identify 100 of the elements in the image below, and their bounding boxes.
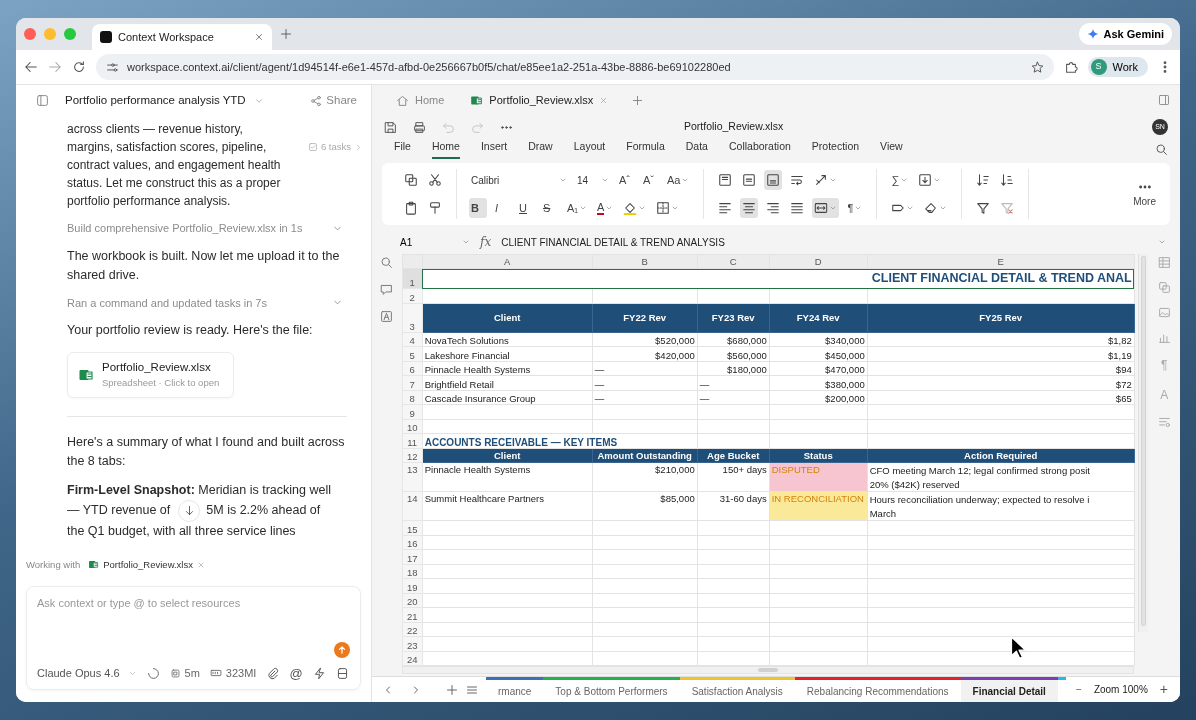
menu-tab[interactable]: File — [394, 139, 411, 159]
sheet-tab[interactable]: Rebalancing Recommendations — [794, 676, 961, 702]
font-color-button[interactable]: A — [595, 198, 616, 218]
strike-button[interactable]: S — [541, 198, 559, 218]
format-button[interactable]: Aa — [665, 170, 692, 190]
message-input[interactable]: Ask context or type @ to select resources — [37, 595, 350, 612]
menu-tab[interactable]: Layout — [573, 139, 606, 159]
menu-tab[interactable]: View — [880, 139, 903, 159]
sheet-tab[interactable]: Top & Bottom Performers — [543, 676, 680, 702]
new-tab-button[interactable] — [632, 94, 644, 106]
sheet-tab[interactable]: Satisfaction Analysis — [679, 676, 795, 702]
caret-icon — [1158, 238, 1166, 246]
print-button[interactable] — [413, 120, 426, 134]
borders-icon — [656, 201, 671, 215]
column-header[interactable]: D — [769, 254, 868, 269]
profile-button[interactable]: S Work — [1087, 56, 1148, 78]
save-icon — [384, 120, 397, 134]
model-dropdown[interactable]: Claude Opus 4.6 — [37, 665, 137, 682]
table-cell: $450,000 — [769, 346, 868, 361]
lightning-button[interactable] — [312, 666, 326, 680]
column-header[interactable]: E — [867, 254, 1135, 269]
menu-tab[interactable]: Home — [431, 139, 460, 159]
file-card[interactable]: Portfolio_Review.xlsx Spreadsheet · Click to open — [67, 352, 235, 398]
menu-tab[interactable]: Draw — [528, 139, 553, 159]
column-header[interactable]: C — [697, 254, 770, 269]
extensions-button[interactable] — [1063, 60, 1078, 74]
italic-button[interactable]: I — [493, 198, 511, 218]
column-heading: FY23 Rev — [697, 303, 770, 332]
browser-tab[interactable]: Context Workspace — [92, 24, 272, 50]
name-box[interactable]: A1 — [400, 234, 470, 250]
back-icon — [24, 60, 38, 74]
table-cell: Pinnacle Health Systems — [422, 361, 593, 376]
new-tab-button[interactable] — [280, 28, 292, 40]
print-icon — [413, 120, 426, 134]
back-button[interactable] — [24, 60, 38, 74]
sheet-tab[interactable]: Financial Detail — [960, 676, 1058, 702]
format-button[interactable]: ∑ — [889, 170, 911, 190]
column-header[interactable]: B — [592, 254, 698, 269]
row-number[interactable]: 1 — [402, 268, 423, 289]
row-number[interactable]: 13 — [402, 462, 423, 492]
clear-filter-icon — [1000, 201, 1015, 215]
message-text: The workbook is built. Now let me upload it to the shared drive. — [67, 247, 341, 284]
table-cell: Brightfield Retail — [422, 375, 593, 390]
star-icon — [1030, 60, 1044, 74]
menu-tab[interactable]: Data — [685, 139, 708, 159]
row-number[interactable]: 14 — [402, 491, 423, 521]
format-button[interactable]: Aˇ — [641, 170, 659, 190]
comment-button[interactable] — [380, 283, 394, 296]
orientation-icon — [814, 173, 829, 187]
vertical-scrollbar[interactable] — [1138, 254, 1149, 632]
search-button[interactable] — [380, 256, 394, 269]
zoom-in-button[interactable]: + — [1159, 679, 1168, 700]
site-favicon — [100, 31, 112, 43]
file-chip[interactable]: Portfolio_Review.xlsx — [88, 557, 205, 572]
format-button[interactable]: ¶ — [845, 198, 865, 218]
address-bar[interactable]: workspace.context.ai/client/agent/1d94514f-e6e1-457d-afbd-0e256667b0f5/chat/e85ee1a2-251a-43be-8886-be69102280ed — [96, 54, 1054, 80]
menu-tab[interactable]: Collaboration — [728, 139, 791, 159]
format-button[interactable]: Aˆ — [617, 170, 635, 190]
merge-button[interactable] — [812, 198, 840, 218]
step-summary[interactable]: Build comprehensive Portfolio_Review.xlsx in 1s — [67, 220, 347, 237]
panel-toggle-button[interactable] — [1158, 94, 1170, 106]
more-button[interactable]: More — [1127, 178, 1162, 210]
menu-tab[interactable]: Formula — [626, 139, 665, 159]
column-header[interactable]: A — [422, 254, 593, 269]
bold-button[interactable]: B — [469, 198, 487, 218]
add-sheet-button[interactable] — [446, 683, 458, 696]
mention-button[interactable]: @ — [289, 663, 303, 683]
menu-tab[interactable]: Insert — [480, 139, 508, 159]
row-number[interactable]: 3 — [402, 303, 423, 332]
step-summary[interactable]: Ran a command and updated tasks in 7s — [67, 294, 347, 311]
scroll-down-button[interactable] — [178, 499, 201, 522]
zoom-level: Zoom 100% — [1093, 683, 1148, 697]
sheet-tab[interactable]: rmance — [486, 676, 544, 702]
column-heading: Client — [422, 303, 593, 332]
zoom-out-button[interactable]: − — [1076, 682, 1082, 697]
text-box-button[interactable] — [380, 310, 394, 323]
send-button[interactable] — [334, 641, 350, 658]
tool-button[interactable] — [335, 666, 349, 680]
cut-icon — [428, 173, 442, 187]
reload-button[interactable] — [72, 60, 86, 74]
attach-button[interactable] — [266, 666, 280, 680]
search-button[interactable] — [1155, 142, 1168, 156]
chat-title-dropdown[interactable]: Portfolio performance analysis YTD — [65, 91, 264, 110]
underline-button[interactable]: U — [517, 198, 535, 218]
format-button[interactable]: A₁ — [565, 198, 590, 218]
menu-tab[interactable]: Protection — [811, 139, 860, 159]
sidebar-toggle-button[interactable] — [36, 94, 49, 107]
document-tab[interactable]: Portfolio_Review.xlsx — [460, 87, 619, 113]
home-icon — [396, 93, 409, 107]
save-button[interactable] — [384, 120, 397, 134]
align-top-icon — [718, 173, 733, 187]
share-button[interactable]: Share — [310, 91, 357, 110]
align-center-button[interactable] — [740, 198, 759, 218]
horizontal-scrollbar[interactable] — [401, 666, 1134, 674]
panel-icon — [1158, 94, 1170, 106]
chevron-right-icon — [354, 142, 363, 152]
align-bottom-button[interactable] — [764, 170, 783, 190]
formula-field[interactable]: CLIENT FINANCIAL DETAIL & TREND ANALYSIS — [501, 234, 1148, 250]
text-box-icon — [380, 310, 394, 323]
ask-gemini-button[interactable]: Ask Gemini — [1079, 22, 1172, 46]
